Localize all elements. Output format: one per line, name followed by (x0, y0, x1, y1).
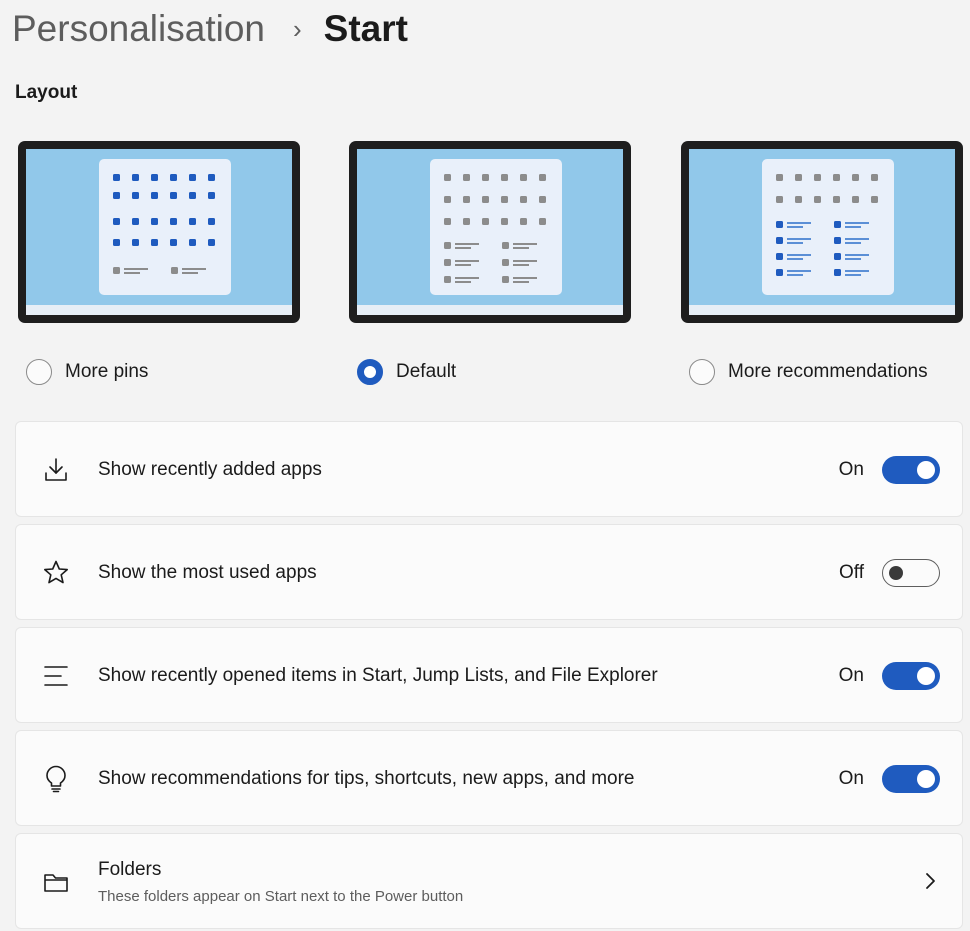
toggle-state-label: On (838, 459, 864, 480)
more-pins-preview-icons (113, 174, 215, 274)
radio-more-pins[interactable] (26, 359, 52, 385)
layout-preview-more-recommendations[interactable] (681, 141, 963, 323)
default-preview-icons (444, 174, 546, 283)
more-recommendations-preview-icons (776, 174, 878, 276)
layout-option-more-recommendations[interactable]: More recommendations (681, 141, 963, 385)
start-menu-preview (430, 159, 562, 295)
setting-label: Show recently opened items in Start, Jum… (98, 665, 658, 686)
setting-label: Show the most used apps (98, 562, 317, 583)
star-icon (43, 560, 69, 584)
layout-option-default[interactable]: Default (349, 141, 631, 385)
start-menu-preview (762, 159, 894, 295)
setting-folders[interactable]: Folders These folders appear on Start ne… (15, 833, 963, 929)
recommendations-toggle[interactable] (882, 765, 940, 793)
radio-default-label: Default (396, 361, 457, 382)
chevron-right-icon[interactable] (924, 870, 938, 892)
breadcrumb-chevron-icon: › (292, 13, 302, 44)
setting-show-recommendations[interactable]: Show recommendations for tips, shortcuts… (15, 730, 963, 826)
radio-more-pins-row[interactable]: More pins (26, 359, 148, 385)
breadcrumb: Personalisation › Start (12, 6, 408, 52)
layout-preview-more-pins[interactable] (18, 141, 300, 323)
toggle-state-label: On (838, 665, 864, 686)
folders-subtitle: These folders appear on Start next to th… (98, 888, 464, 905)
layout-options: More pins Default More recommendations (18, 141, 964, 391)
radio-more-recommendations-label: More recommendations (728, 361, 928, 382)
radio-more-recommendations[interactable] (689, 359, 715, 385)
radio-more-pins-label: More pins (65, 361, 149, 382)
setting-label: Show recently added apps (98, 459, 322, 480)
folder-icon (44, 874, 68, 892)
layout-section-title: Layout (15, 82, 78, 103)
folders-title: Folders (98, 859, 162, 880)
setting-label: Show recommendations for tips, shortcuts… (98, 768, 635, 789)
radio-default-row[interactable]: Default (357, 359, 456, 385)
most-used-apps-toggle[interactable] (882, 559, 940, 587)
recently-added-apps-toggle[interactable] (882, 456, 940, 484)
setting-show-most-used-apps[interactable]: Show the most used apps Off (15, 524, 963, 620)
setting-show-recently-opened-items[interactable]: Show recently opened items in Start, Jum… (15, 627, 963, 723)
layout-option-more-pins[interactable]: More pins (18, 141, 300, 385)
radio-more-recommendations-row[interactable]: More recommendations (689, 359, 928, 385)
download-icon (45, 458, 67, 481)
toggle-state-label: On (838, 768, 864, 789)
list-lines-icon (44, 666, 68, 686)
start-menu-preview (99, 159, 231, 295)
lightbulb-icon (46, 765, 66, 793)
page-title: Start (323, 8, 408, 49)
toggle-state-label: Off (839, 562, 864, 583)
radio-default[interactable] (357, 359, 383, 385)
layout-preview-default[interactable] (349, 141, 631, 323)
recently-opened-items-toggle[interactable] (882, 662, 940, 690)
breadcrumb-personalisation[interactable]: Personalisation (12, 8, 265, 50)
setting-show-recently-added-apps[interactable]: Show recently added apps On (15, 421, 963, 517)
